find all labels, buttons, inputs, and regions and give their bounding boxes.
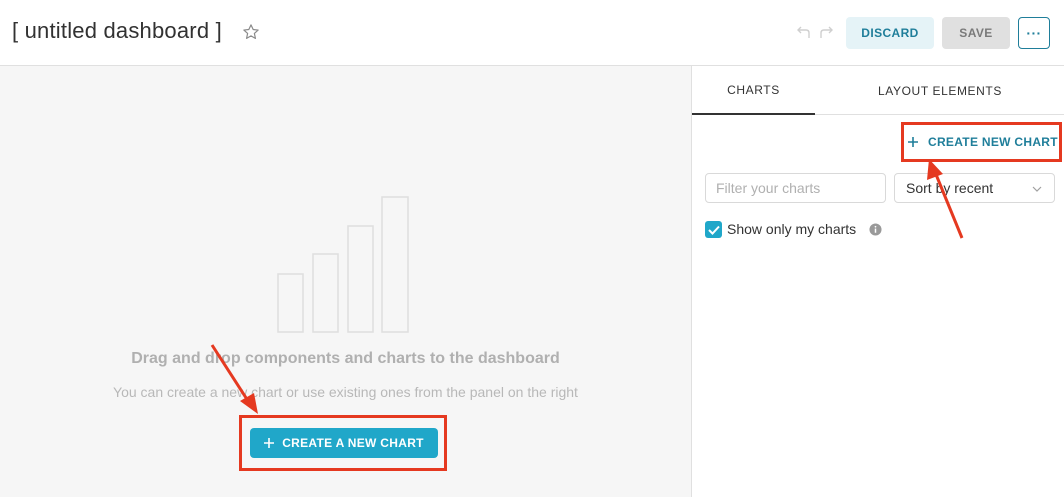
dashboard-header: [ untitled dashboard ] DISCARD SAVE ··· bbox=[0, 0, 1064, 66]
sort-select[interactable]: Sort by recent bbox=[894, 173, 1055, 203]
show-only-my-charts-label[interactable]: Show only my charts bbox=[727, 221, 856, 237]
check-icon bbox=[707, 225, 720, 235]
tab-layout-elements[interactable]: LAYOUT ELEMENTS bbox=[815, 66, 1064, 115]
create-new-chart-link-label: CREATE NEW CHART bbox=[928, 135, 1058, 149]
dashboard-canvas[interactable]: Drag and drop components and charts to t… bbox=[0, 66, 691, 497]
chevron-down-icon bbox=[1032, 186, 1042, 192]
create-new-chart-link[interactable]: CREATE NEW CHART bbox=[908, 135, 1058, 149]
info-icon[interactable] bbox=[869, 223, 882, 236]
undo-icon[interactable] bbox=[796, 24, 812, 40]
empty-state-subtitle: You can create a new chart or use existi… bbox=[113, 384, 578, 400]
filter-charts-input[interactable] bbox=[705, 173, 886, 203]
plus-icon bbox=[908, 137, 918, 147]
create-new-chart-button-label: CREATE A NEW CHART bbox=[282, 436, 424, 450]
star-icon[interactable] bbox=[242, 23, 260, 41]
create-new-chart-button[interactable]: CREATE A NEW CHART bbox=[250, 428, 438, 458]
tab-charts[interactable]: CHARTS bbox=[692, 66, 815, 115]
redo-icon[interactable] bbox=[818, 24, 834, 40]
side-panel: CHARTS LAYOUT ELEMENTS CREATE NEW CHART … bbox=[691, 66, 1064, 497]
save-button[interactable]: SAVE bbox=[942, 17, 1010, 49]
show-only-my-charts-checkbox[interactable] bbox=[705, 221, 722, 238]
bar-chart-illustration-icon bbox=[277, 196, 409, 333]
plus-icon bbox=[264, 438, 275, 448]
panel-tabs: CHARTS LAYOUT ELEMENTS bbox=[692, 66, 1064, 115]
sort-select-value: Sort by recent bbox=[906, 180, 994, 196]
dashboard-title[interactable]: [ untitled dashboard ] bbox=[12, 18, 222, 44]
discard-button[interactable]: DISCARD bbox=[846, 17, 934, 49]
empty-state-title: Drag and drop components and charts to t… bbox=[131, 350, 560, 367]
more-options-button[interactable]: ··· bbox=[1018, 17, 1050, 49]
